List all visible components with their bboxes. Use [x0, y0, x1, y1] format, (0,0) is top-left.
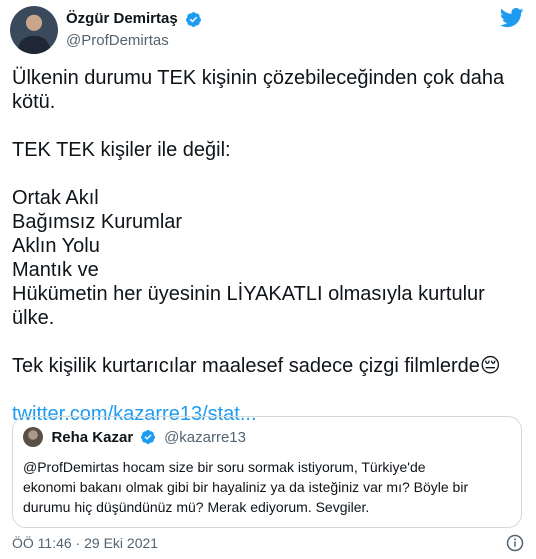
tweet-line: Ülkenin durumu TEK kişinin çözebileceğin…	[12, 67, 505, 89]
author-handle[interactable]: @ProfDemirtas	[66, 31, 202, 51]
info-icon[interactable]	[506, 534, 524, 552]
quoted-author-name: Reha Kazar	[51, 428, 134, 446]
quoted-author-handle: @kazarre13	[164, 428, 246, 446]
tweet-card: Özgür Demirtaş @ProfDemirtas Ülkenin dur…	[0, 0, 536, 559]
tweet-closing: Tek kişilik kurtarıcılar maalesef sadece…	[12, 355, 501, 377]
twitter-bird-icon[interactable]	[500, 8, 524, 28]
quoted-text-line: @ProfDemirtas hocam size bir soru sormak…	[23, 459, 426, 475]
author-name[interactable]: Özgür Demirtaş	[66, 9, 178, 29]
tweet-line: TEK TEK kişiler ile değil:	[12, 139, 231, 161]
tweet-list-item: Aklın Yolu	[12, 235, 100, 257]
tweet-list-item: Hükümetin her üyesinin LİYAKATLI olmasıy…	[12, 283, 485, 329]
tweet-body: Ülkenin durumu TEK kişinin çözebileceğin…	[12, 66, 524, 426]
tweet-timestamp[interactable]: ÖÖ 11:46 · 29 Eki 2021	[12, 535, 158, 551]
author-avatar[interactable]	[10, 6, 58, 54]
tweet-list-item: Mantık ve	[12, 259, 99, 281]
quoted-avatar	[23, 427, 43, 447]
author-names: Özgür Demirtaş @ProfDemirtas	[66, 9, 202, 51]
quoted-tweet[interactable]: Reha Kazar @kazarre13 @ProfDemirtas hoca…	[12, 416, 522, 528]
verified-badge-icon	[140, 430, 155, 444]
tweet-line: kötü.	[12, 91, 56, 113]
quoted-text: @ProfDemirtas hocam size bir soru sormak…	[23, 457, 503, 517]
tweet-list-item: Ortak Akıl	[12, 187, 99, 209]
verified-badge-icon	[186, 11, 202, 27]
quoted-text-line: durumu hiç düşündünüz mü? Merak ediyorum…	[23, 499, 370, 515]
quoted-header: Reha Kazar @kazarre13	[23, 427, 246, 449]
quoted-text-line: ekonomi bakanı olmak gibi bir hayaliniz …	[23, 479, 469, 495]
tweet-header: Özgür Demirtaş @ProfDemirtas	[10, 6, 526, 58]
tweet-list-item: Bağımsız Kurumlar	[12, 211, 183, 233]
